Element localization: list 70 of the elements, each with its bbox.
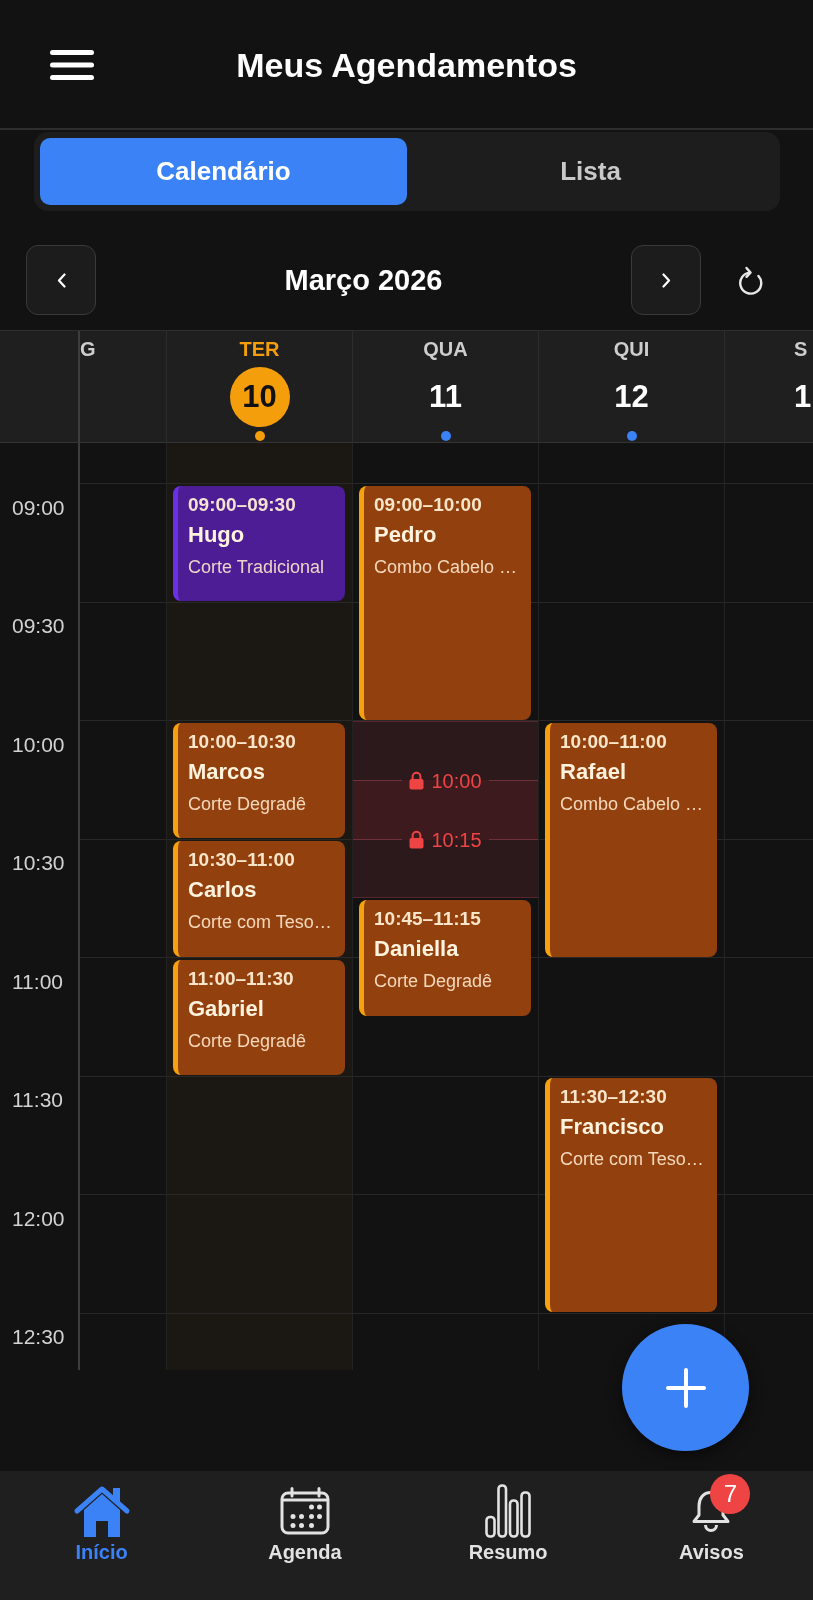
client-name: Rafael <box>560 758 627 785</box>
appointment-time: 10:00–10:30 <box>188 730 296 753</box>
chevron-right-icon <box>661 272 671 288</box>
nav-tab[interactable]: Avisos 7 <box>609 1471 813 1600</box>
day-name: S <box>794 338 808 360</box>
lock-icon <box>409 830 425 850</box>
time-label: 09:30 <box>12 614 65 637</box>
time-label: 11:00 <box>12 969 63 993</box>
date-number: 11 <box>428 378 463 416</box>
screen-title: Meus Agendamentos <box>236 45 577 85</box>
appointment-card[interactable]: 09:00–10:00 Pedro Combo Cabelo … <box>359 485 531 720</box>
nav-tab[interactable]: Início <box>0 1471 204 1600</box>
appointment-time: 11:30–12:30 <box>560 1086 667 1108</box>
service-name: Corte Degradê <box>188 792 307 816</box>
time-label: 12:00 <box>12 1206 65 1230</box>
service-name: Combo Cabelo … <box>560 792 704 816</box>
appointment-time: 10:45–11:15 <box>374 908 481 931</box>
nav-tab[interactable]: Agenda <box>203 1471 407 1600</box>
client-name: Marcos <box>188 758 266 785</box>
appointment-card[interactable]: 11:00–11:30 Gabriel Corte Degradê <box>173 959 345 1075</box>
refresh-icon[interactable] <box>737 264 765 296</box>
client-name: Daniella <box>374 936 459 963</box>
service-name: Corte Tradicional <box>188 555 325 579</box>
plus-icon <box>665 1367 706 1408</box>
view-tab[interactable]: Lista <box>407 138 774 205</box>
date-number: 10 <box>229 367 290 427</box>
blocked-time: 10:15 <box>431 827 482 852</box>
appointment-card[interactable]: 10:00–11:00 Rafael Combo Cabelo … <box>545 722 717 957</box>
service-name: Corte Degradê <box>374 970 493 994</box>
month-title: Março 2026 <box>284 263 443 297</box>
bar-chart-icon <box>485 1484 532 1538</box>
service-name: Combo Cabelo … <box>374 555 518 579</box>
client-name: Hugo <box>188 521 245 548</box>
menu-icon[interactable] <box>50 50 94 80</box>
appointment-card[interactable]: 10:30–11:00 Carlos Corte com Teso… <box>173 841 345 957</box>
date-number: 12 <box>613 378 650 416</box>
day-name: TER <box>239 338 280 360</box>
client-name: Carlos <box>188 877 257 903</box>
calendar-icon <box>279 1487 330 1535</box>
chevron-left-icon <box>56 272 66 288</box>
appointment-time: 09:00–09:30 <box>188 493 296 516</box>
day-name: QUI <box>613 338 650 360</box>
nav-tab[interactable]: Resumo <box>406 1471 610 1600</box>
blocked-time: 10:00 <box>431 768 482 793</box>
appointment-time: 10:30–11:00 <box>188 849 295 871</box>
appointment-card[interactable]: 09:00–09:30 Hugo Corte Tradicional <box>173 485 345 601</box>
appointment-card[interactable]: 10:45–11:15 Daniella Corte Degradê <box>359 900 531 1016</box>
service-name: Corte com Teso… <box>188 911 332 934</box>
appointment-time: 11:00–11:30 <box>188 967 294 990</box>
service-name: Corte Degradê <box>188 1029 307 1053</box>
view-tab[interactable]: Calendário <box>40 138 407 205</box>
client-name: Francisco <box>560 1114 664 1140</box>
time-label: 12:30 <box>12 1325 65 1348</box>
service-name: Corte com Teso… <box>560 1148 704 1171</box>
time-label: 09:00 <box>12 495 65 519</box>
time-label: 11:30 <box>12 1088 63 1111</box>
date-number: 1 <box>794 378 812 416</box>
client-name: Gabriel <box>188 995 264 1022</box>
client-name: Pedro <box>374 521 437 548</box>
day-name: G <box>80 338 96 360</box>
appointment-card[interactable]: 10:00–10:30 Marcos Corte Degradê <box>173 722 345 838</box>
day-name: QUA <box>423 338 468 360</box>
appointment-card[interactable]: 11:30–12:30 Francisco Corte com Teso… <box>545 1078 717 1312</box>
time-label: 10:00 <box>12 732 65 756</box>
notification-badge: 7 <box>710 1474 751 1514</box>
home-icon <box>72 1484 131 1538</box>
appointment-time: 09:00–10:00 <box>374 493 482 516</box>
lock-icon <box>409 771 425 791</box>
time-label: 10:30 <box>12 851 65 874</box>
appointment-time: 10:00–11:00 <box>560 730 667 753</box>
